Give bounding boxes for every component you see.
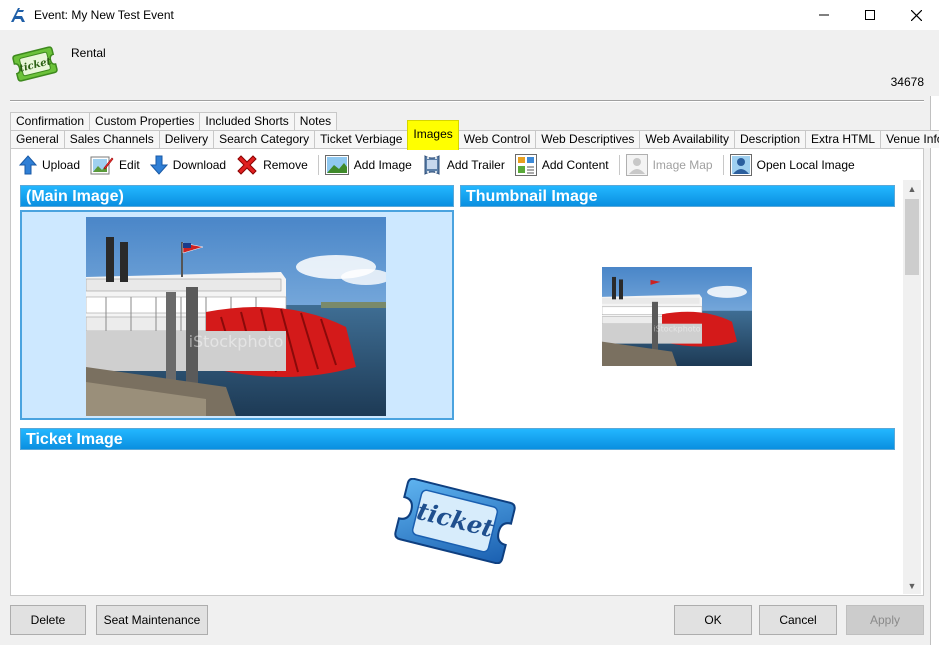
ticket-icon: ticket [12,46,58,82]
toolbar-separator [317,155,319,175]
tab-custom-properties[interactable]: Custom Properties [89,112,201,130]
tab-search-category[interactable]: Search Category [213,130,316,148]
window-edge [930,30,939,645]
scroll-up-arrow[interactable]: ▲ [903,180,921,197]
delete-button[interactable]: Delete [10,605,86,635]
tab-delivery[interactable]: Delivery [158,130,215,148]
remove-x-icon [237,155,257,175]
toolbar-separator [722,155,724,175]
minimize-icon [819,14,829,16]
open-local-image-button[interactable]: Open Local Image [727,152,858,178]
tab-row-2: General Sales Channels Delivery Search C… [10,120,939,150]
ok-button[interactable]: OK [674,605,752,635]
title-bar: Event: My New Test Event [0,0,939,30]
tab-row-1: Confirmation Custom Properties Included … [10,112,338,130]
image-map-button[interactable]: Image Map [623,152,716,178]
thumbnail-image-photo: iStockphoto [602,267,752,366]
thumbnail-watermark: iStockphoto [653,325,700,334]
tab-web-availability[interactable]: Web Availability [639,130,736,148]
tab-ticket-verbiage[interactable]: Ticket Verbiage [314,130,409,148]
window-title: Event: My New Test Event [34,8,174,22]
close-icon [910,9,922,21]
download-arrow-icon [149,155,168,175]
event-header: ticket Rental 34678 [0,30,939,96]
tab-sales-channels[interactable]: Sales Channels [63,130,160,148]
vertical-scrollbar[interactable]: ▲ ▼ [903,180,921,594]
header-divider [10,100,924,102]
tab-web-control[interactable]: Web Control [457,130,537,148]
edit-button[interactable]: Edit [87,152,143,178]
scroll-down-arrow[interactable]: ▼ [903,577,921,594]
event-id: 34678 [890,75,924,89]
tab-images[interactable]: Images [407,120,459,150]
apply-button[interactable]: Apply [846,605,924,635]
open-local-image-icon [729,154,752,176]
film-reel-icon [424,155,440,175]
maximize-button[interactable] [847,0,893,30]
add-content-button[interactable]: Add Content [512,152,612,178]
tab-included-shorts[interactable]: Included Shorts [199,112,295,130]
seat-maintenance-button[interactable]: Seat Maintenance [96,605,208,635]
scroll-thumb[interactable] [905,199,919,275]
upload-button[interactable]: Upload [16,152,83,178]
add-image-icon [324,155,349,175]
tab-general[interactable]: General [10,130,65,148]
images-toolbar: Upload Edit Download Remove Add Image Ad… [16,151,862,179]
ticket-image-graphic: ticket [394,478,516,564]
main-image-header: (Main Image) [20,185,454,207]
remove-button[interactable]: Remove [233,152,311,178]
add-content-icon [514,154,537,176]
close-button[interactable] [893,0,939,30]
event-type: Rental [71,46,106,60]
image-map-icon [625,154,648,176]
cancel-button[interactable]: Cancel [759,605,837,635]
minimize-button[interactable] [801,0,847,30]
app-logo-icon [11,8,25,22]
tab-web-descriptives[interactable]: Web Descriptives [535,130,641,148]
ticket-image-header: Ticket Image [20,428,895,450]
main-image-photo: iStockphoto [86,217,386,416]
tab-extra-html[interactable]: Extra HTML [805,130,882,148]
download-button[interactable]: Download [147,152,229,178]
edit-image-icon [90,156,114,175]
thumbnail-image-header: Thumbnail Image [460,185,895,207]
toolbar-separator [618,155,620,175]
upload-arrow-icon [19,155,37,175]
tab-confirmation[interactable]: Confirmation [10,112,91,130]
tab-venue-info[interactable]: Venue Info [880,130,939,148]
tab-notes[interactable]: Notes [293,112,338,130]
maximize-icon [865,10,875,20]
tab-description[interactable]: Description [734,130,807,148]
add-image-button[interactable]: Add Image [322,152,415,178]
add-trailer-button[interactable]: Add Trailer [419,152,508,178]
photo-watermark: iStockphoto [189,332,284,351]
